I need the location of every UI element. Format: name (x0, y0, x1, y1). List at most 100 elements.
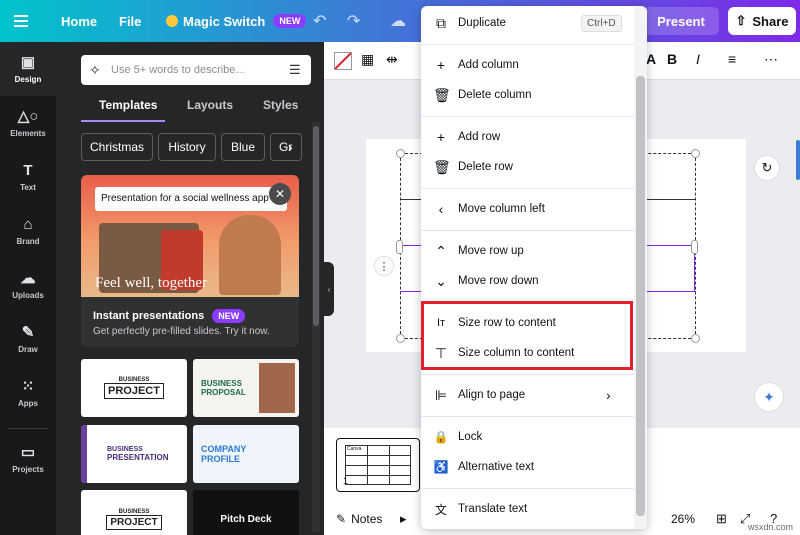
thumb-table-line (345, 475, 411, 476)
menu-item-label: Align to page (458, 389, 526, 401)
resize-handle[interactable] (691, 149, 700, 158)
plus-icon: + (436, 57, 446, 73)
notes-button[interactable]: ✎ Notes (336, 512, 382, 526)
menu-item-translate-text[interactable]: 文 Translate text (421, 494, 634, 524)
page-thumbnail[interactable]: Canva (336, 438, 420, 492)
menu-item-move-column-left[interactable]: ‹ Move column left (421, 194, 634, 224)
chip-partial[interactable]: Gr (270, 133, 302, 161)
menu-item-move-row-down[interactable]: ⌄ Move row down (421, 266, 634, 296)
menu-item-delete-row[interactable]: 🗑 Delete row (421, 152, 634, 182)
chip-blue[interactable]: Blue (221, 133, 265, 161)
rail-label: Brand (16, 237, 40, 246)
template-thumb[interactable]: BUSINESS PROPOSAL (193, 359, 299, 417)
tab-underline (81, 120, 165, 122)
canvas-scrollbar[interactable] (796, 140, 800, 180)
menu-item-duplicate[interactable]: ⧉ Duplicate Ctrl+D (421, 8, 634, 38)
grid-view-icon[interactable]: ⊞ (716, 511, 727, 527)
share-button[interactable]: ⇧ Share (728, 7, 796, 35)
template-thumb[interactable]: BUSINESS PRESENTATION (81, 425, 187, 483)
shortcut-badge: Ctrl+D (581, 14, 622, 32)
resize-handle[interactable] (691, 334, 700, 343)
template-thumb[interactable]: Pitch Deck (193, 490, 299, 535)
italic-icon[interactable]: I (696, 51, 700, 67)
promo-prompt: Presentation for a social wellness app (95, 187, 287, 211)
text-color-icon[interactable]: A (646, 51, 656, 67)
menu-item-align-to-page[interactable]: ⊫ Align to page › (421, 380, 634, 410)
menu-scroll-thumb[interactable] (636, 76, 645, 516)
close-icon[interactable]: ✕ (269, 183, 291, 205)
draw-icon: ✎ (21, 324, 35, 341)
collapse-panel-handle[interactable]: ‹ (324, 262, 334, 316)
menu-item-label: Add row (458, 131, 501, 143)
search-placeholder[interactable]: Use 5+ words to describe... (111, 64, 289, 76)
rail-item-text[interactable]: T Text (0, 150, 56, 204)
comment-icon[interactable]: ↻ (754, 155, 780, 181)
zoom-level[interactable]: 26% (671, 512, 695, 526)
filter-icon[interactable]: ☰ (289, 62, 311, 78)
template-thumb[interactable]: BUSINESS PROJECT (81, 359, 187, 417)
menu-item-label: Delete row (458, 161, 513, 173)
timer-icon[interactable]: ▸ (400, 511, 407, 527)
design-icon: ▣ (20, 54, 36, 71)
chip-history[interactable]: History (158, 133, 216, 161)
menu-item-delete-column[interactable]: 🗑 Delete column (421, 80, 634, 110)
rail-item-apps[interactable]: ⁙ Apps (0, 366, 56, 420)
menu-item-move-row-up[interactable]: ⌃ Move row up (421, 236, 634, 266)
magic-search-icon: ✧ (89, 61, 101, 78)
elements-icon: △○ (17, 108, 39, 125)
rail-label: Elements (10, 129, 46, 138)
align-text-icon[interactable]: ≡ (728, 51, 736, 67)
template-thumb[interactable]: BUSINESS PROJECT (81, 490, 187, 535)
menu-item-label: Duplicate (458, 17, 506, 29)
brand-icon: ⌂ (23, 216, 33, 233)
template-thumb[interactable]: COMPANY PROFILE (193, 425, 299, 483)
cloud-save-icon[interactable]: ☁ (390, 0, 406, 42)
rail-item-uploads[interactable]: ☁ Uploads (0, 258, 56, 312)
rail-item-projects[interactable]: ▭ Projects (0, 432, 56, 486)
magic-switch-button[interactable]: Magic Switch NEW (166, 0, 307, 42)
undo-icon[interactable]: ↶ (313, 0, 326, 42)
file-menu[interactable]: File (119, 0, 141, 42)
chip-christmas[interactable]: Christmas (81, 133, 153, 161)
no-color-icon[interactable] (334, 52, 352, 70)
template-photo (259, 363, 295, 413)
menu-item-label: Translate text (458, 503, 528, 515)
table-grid-icon[interactable]: ▦ (361, 51, 374, 68)
more-options-icon[interactable]: ⋯ (764, 51, 778, 68)
bold-icon[interactable]: B (667, 51, 677, 67)
crown-icon (166, 15, 178, 27)
promo-title: Instant presentations NEW (93, 309, 246, 323)
resize-handle[interactable] (691, 240, 698, 254)
rail-item-elements[interactable]: △○ Elements (0, 96, 56, 150)
menu-item-add-column[interactable]: + Add column (421, 50, 634, 80)
menu-item-alternative-text[interactable]: ♿ Alternative text (421, 452, 634, 482)
menu-item-add-row[interactable]: + Add row (421, 122, 634, 152)
tab-templates[interactable]: Templates (99, 98, 157, 112)
chevron-right-icon[interactable]: › (288, 139, 293, 155)
magic-assistant-icon[interactable]: ✦ (754, 382, 784, 412)
home-button[interactable]: Home (61, 0, 97, 42)
tab-layouts[interactable]: Layouts (187, 98, 233, 112)
rail-item-brand[interactable]: ⌂ Brand (0, 204, 56, 258)
spacing-icon[interactable]: ⇹ (386, 51, 398, 68)
rail-label: Uploads (12, 291, 44, 300)
plus-icon: + (436, 129, 446, 145)
promo-subtitle: Get perfectly pre-filled slides. Try it … (93, 326, 270, 337)
resize-handle[interactable] (396, 149, 405, 158)
vertical-dots-icon[interactable]: ⋮ (374, 256, 394, 276)
template-search[interactable]: ✧ Use 5+ words to describe... ☰ (81, 55, 311, 85)
present-button[interactable]: Present (643, 7, 719, 35)
redo-icon[interactable]: ↷ (347, 0, 360, 42)
thumb-table-line (367, 445, 368, 485)
rail-label: Projects (12, 465, 44, 474)
instant-presentations-promo[interactable]: Presentation for a social wellness app ✕… (81, 175, 299, 347)
panel-scroll-thumb[interactable] (313, 126, 319, 326)
tab-styles[interactable]: Styles (263, 98, 298, 112)
rail-item-design[interactable]: ▣ Design (0, 42, 56, 96)
menu-item-label: Move column left (458, 203, 545, 215)
rail-item-draw[interactable]: ✎ Draw (0, 312, 56, 366)
menu-hamburger-icon[interactable] (14, 0, 34, 42)
resize-handle[interactable] (396, 240, 403, 254)
menu-item-lock[interactable]: 🔒 Lock (421, 422, 634, 452)
resize-handle[interactable] (396, 334, 405, 343)
